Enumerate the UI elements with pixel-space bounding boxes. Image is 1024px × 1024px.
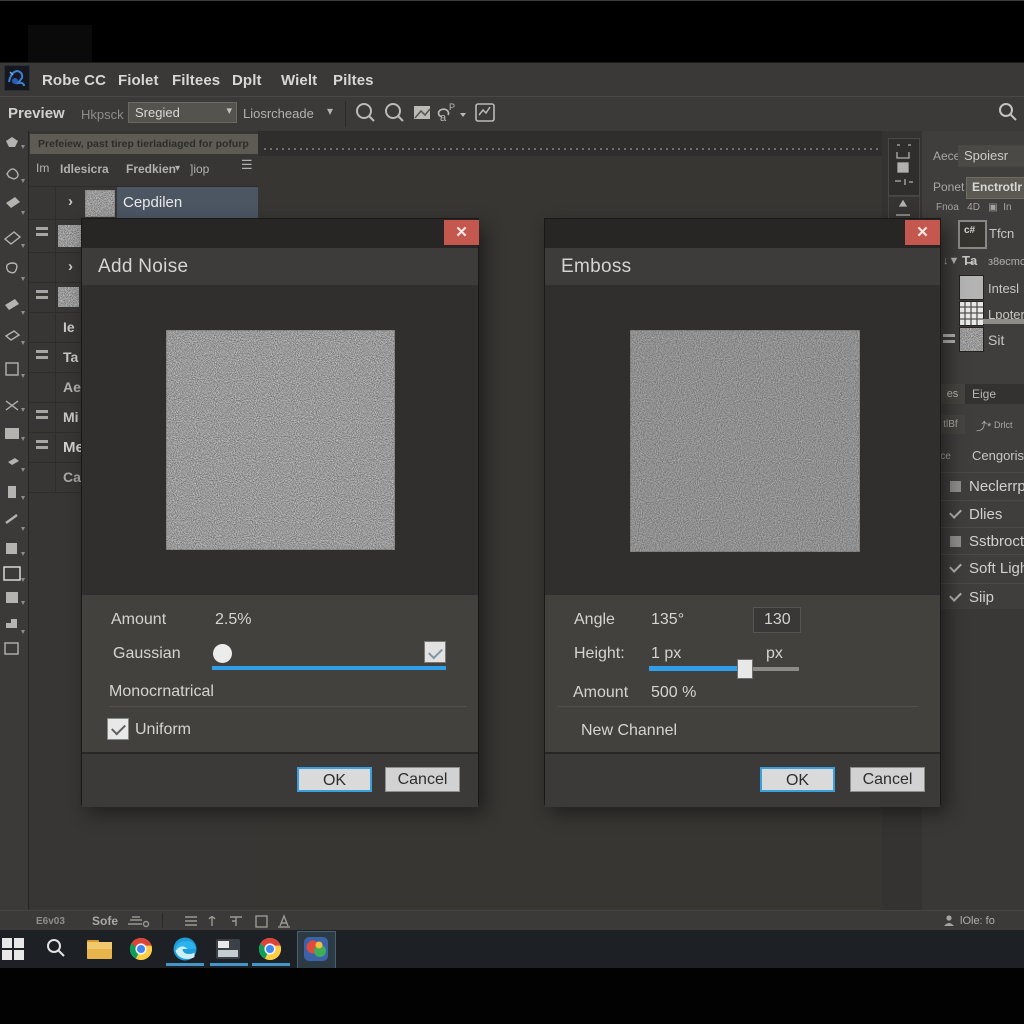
svg-text:a: a xyxy=(440,112,447,124)
svg-text:P: P xyxy=(449,102,455,112)
